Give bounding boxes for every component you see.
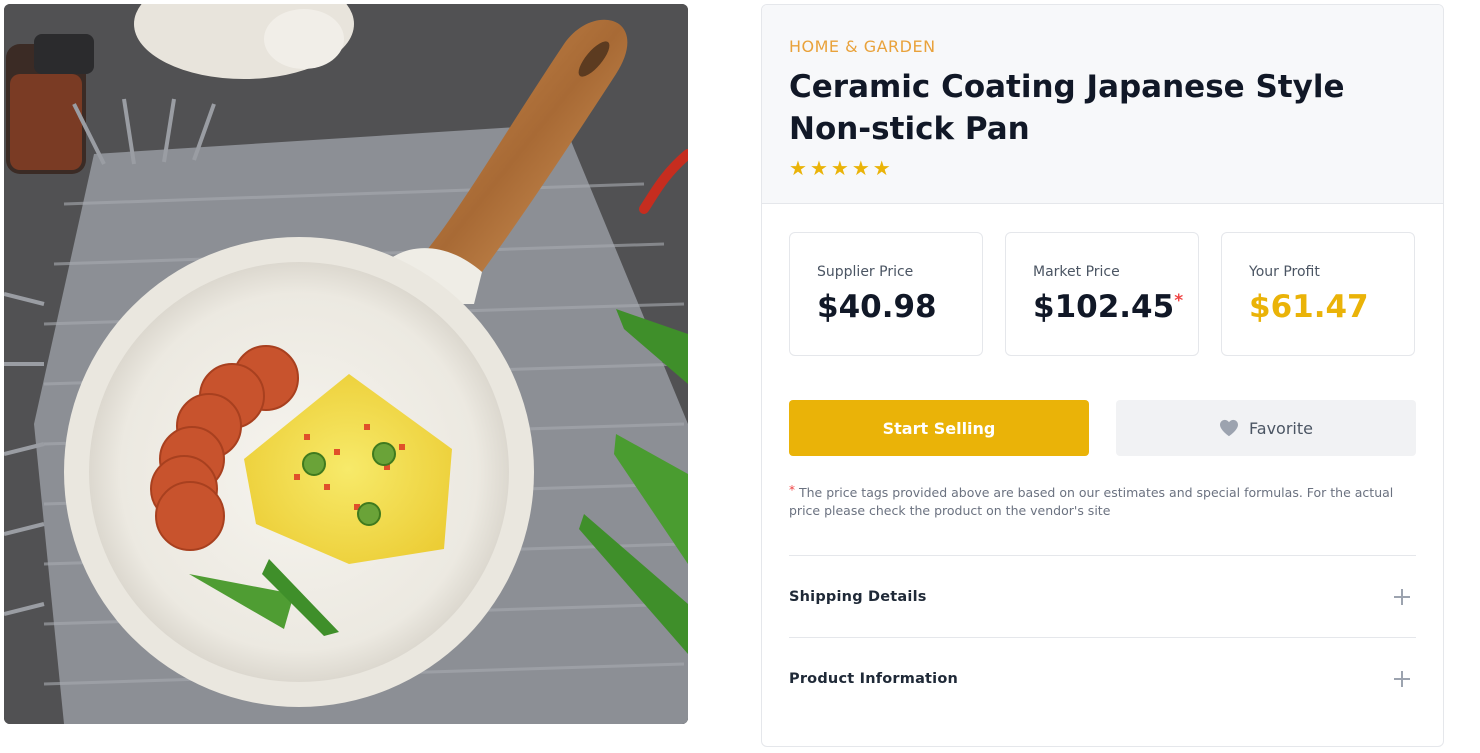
product-title: Ceramic Coating Japanese Style Non-stick… [789,69,1345,147]
product-category[interactable]: HOME & GARDEN [789,36,1416,58]
favorite-button[interactable]: Favorite [1116,400,1416,456]
profit-box: Your Profit $61.47 [1221,232,1415,356]
price-boxes: Supplier Price $40.98 Market Price $102.… [789,232,1415,356]
market-price-label: Market Price [1033,264,1120,280]
star-icon: ★ [872,156,891,180]
start-selling-button[interactable]: Start Selling [789,400,1089,456]
details-accordion: Shipping Details Product Information [789,555,1416,719]
star-icon: ★ [809,156,828,180]
product-image [4,4,688,724]
star-icon: ★ [830,156,849,180]
market-price-row: $102.45* [1033,287,1198,327]
price-disclaimer: * The price tags provided above are base… [789,483,1419,520]
product-card: HOME & GARDEN Ceramic Coating Japanese S… [761,4,1444,747]
supplier-price-value: $40.98 [817,289,937,325]
star-icon: ★ [789,156,807,180]
market-price-value: $102.45 [1033,289,1175,325]
disclaimer-text: The price tags provided above are based … [789,485,1394,518]
plus-icon[interactable] [1394,670,1410,687]
favorite-label: Favorite [1249,418,1313,438]
supplier-price-box: Supplier Price $40.98 [789,232,983,356]
disclaimer-asterisk: * [789,483,795,497]
product-information-label: Product Information [789,670,959,687]
product-information-toggle[interactable]: Product Information [789,637,1416,719]
profit-label: Your Profit [1249,264,1320,280]
action-buttons: Start Selling Favorite [789,400,1416,456]
product-header: HOME & GARDEN Ceramic Coating Japanese S… [762,5,1443,204]
frying-pan-photo [4,4,688,724]
shipping-details-toggle[interactable]: Shipping Details [789,555,1416,637]
heart-icon [1220,419,1239,437]
plus-icon[interactable] [1394,588,1410,605]
supplier-price-label: Supplier Price [817,264,914,280]
shipping-details-label: Shipping Details [789,588,927,605]
rating-stars: ★ ★ ★ ★ ★ [789,158,1416,178]
star-icon: ★ [851,156,870,180]
profit-value: $61.47 [1249,289,1369,325]
market-price-asterisk: * [1174,291,1184,311]
market-price-box: Market Price $102.45* [1005,232,1199,356]
